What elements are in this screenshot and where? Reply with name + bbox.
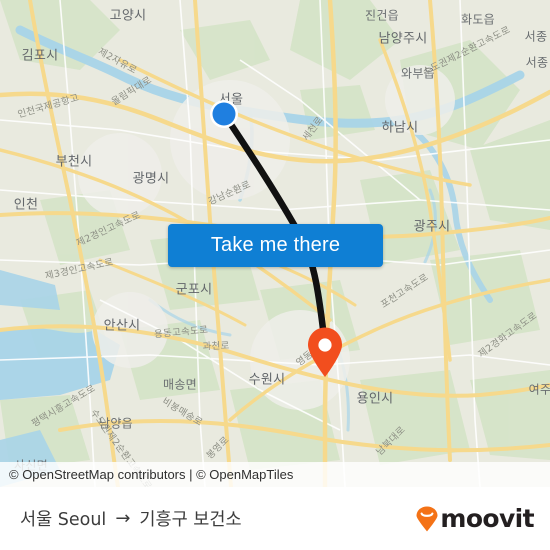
destination-marker-pin[interactable]: [305, 326, 345, 378]
map-attribution[interactable]: © OpenStreetMap contributors | © OpenMap…: [0, 462, 550, 487]
moovit-route-map-screen: 고양시 진건읍 화도읍 남양주시 서종 와부읍 김포시 서울 하남시 인천국제공항고 부천시 광명시 인…: [0, 0, 550, 550]
moovit-wordmark: moovit: [440, 504, 534, 533]
footer-bar: 서울 Seoul → 기흥구 보건소 moovit: [0, 487, 550, 550]
arrow-right-icon: →: [115, 508, 131, 529]
route-summary: 서울 Seoul → 기흥구 보건소: [20, 506, 242, 531]
route-origin-label: 서울 Seoul: [20, 510, 107, 530]
route-destination-label: 기흥구 보건소: [139, 510, 242, 530]
take-me-there-button[interactable]: Take me there: [168, 224, 383, 267]
moovit-logo[interactable]: moovit: [415, 504, 535, 533]
map-canvas[interactable]: 고양시 진건읍 화도읍 남양주시 서종 와부읍 김포시 서울 하남시 인천국제공항고 부천시 광명시 인…: [0, 0, 550, 487]
moovit-pin-icon: [416, 506, 438, 531]
origin-marker[interactable]: [207, 97, 241, 131]
